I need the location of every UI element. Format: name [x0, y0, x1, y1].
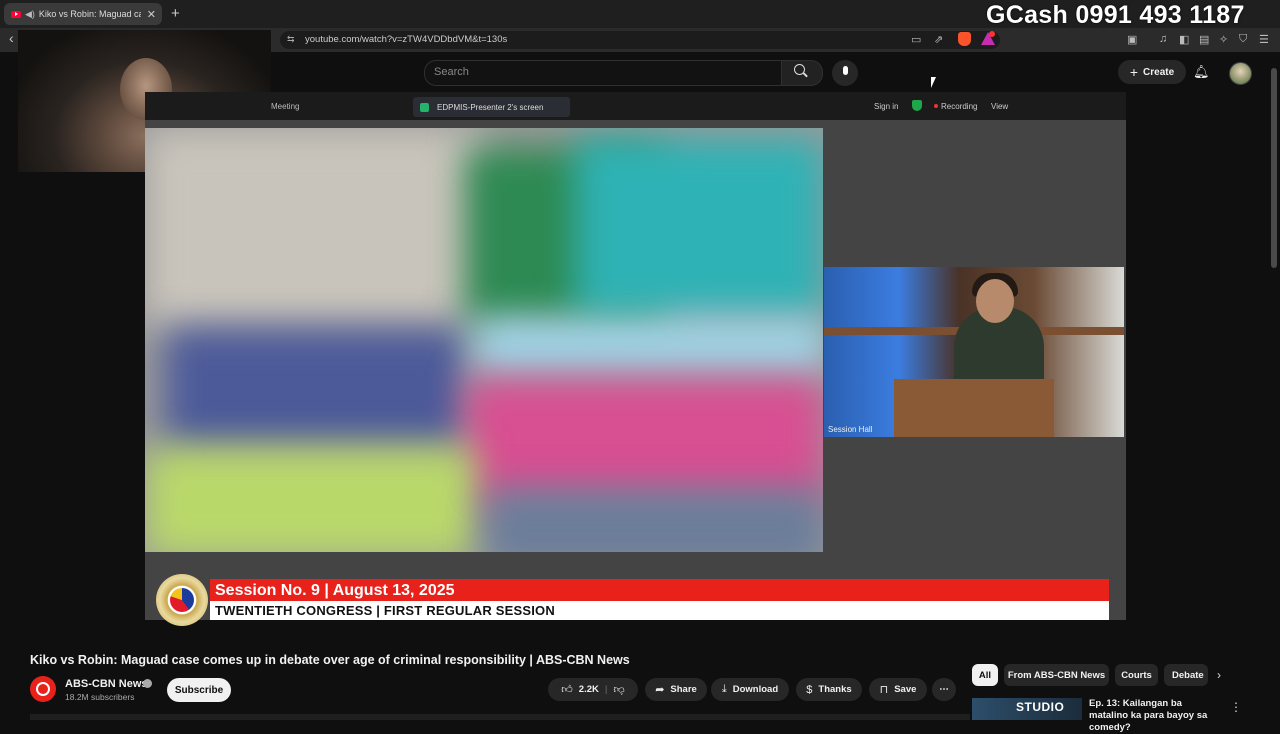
thumbs-down-icon[interactable]: 👎︎ — [614, 683, 625, 696]
more-icon: ⋯ — [939, 684, 949, 695]
search-placeholder: Search — [434, 66, 469, 78]
share-button[interactable]: ➦ Share — [645, 678, 707, 701]
new-tab-button[interactable]: + — [171, 5, 180, 22]
senator-head — [976, 279, 1014, 323]
thanks-icon: $ — [806, 683, 813, 696]
gcash-overlay-text: GCash 0991 493 1187 — [986, 1, 1245, 29]
view-label: View — [991, 102, 1009, 111]
recording-label: Recording — [941, 102, 978, 111]
subscriber-count: 18.2M subscribers — [65, 692, 135, 702]
vpn-shield-icon[interactable]: ⛉ — [1239, 33, 1247, 46]
share-icon: ➦ — [655, 684, 665, 696]
menu-icon[interactable]: ☰ — [1259, 33, 1269, 46]
user-avatar[interactable] — [1229, 62, 1252, 85]
chip-debate[interactable]: Debate — [1164, 664, 1208, 686]
meeting-label: Meeting — [271, 102, 300, 111]
security-shield-icon — [912, 100, 922, 111]
presenter-icon — [420, 102, 429, 112]
download-button[interactable]: ⤓ Download — [711, 678, 789, 701]
download-label: Download — [732, 684, 779, 695]
recommended-more-icon[interactable]: ⋮ — [1230, 700, 1242, 714]
sidebar-icon[interactable]: ◧ — [1179, 33, 1189, 46]
cast-icon[interactable]: ▭ — [911, 33, 921, 46]
chevron-right-icon[interactable]: › — [1217, 668, 1221, 682]
browser-tab[interactable]: ◀) Kiko vs Robin: Maguad case c ✕ — [4, 3, 162, 25]
session-hall-camera — [824, 267, 1124, 437]
presenter-label: EDPMIS-Presenter 2's screen — [437, 102, 544, 112]
share-label: Share — [670, 684, 697, 695]
more-actions-button[interactable]: ⋯ — [932, 678, 956, 701]
chip-courts[interactable]: Courts — [1115, 664, 1158, 686]
tab-title: Kiko vs Robin: Maguad case c — [38, 9, 141, 19]
chip-from-abs-cbn[interactable]: From ABS-CBN News — [1004, 664, 1109, 686]
video-title: Kiko vs Robin: Maguad case comes up in d… — [30, 653, 630, 667]
speaker-icon[interactable]: ◀) — [25, 9, 35, 20]
notifications-bell-icon[interactable]: 🔔︎ — [1193, 64, 1210, 80]
thanks-button[interactable]: $ Thanks — [796, 678, 862, 701]
mouse-cursor-icon — [931, 77, 939, 88]
senate-seal-emblem — [170, 588, 194, 612]
presenter-tab: EDPMIS-Presenter 2's screen — [413, 97, 570, 117]
recommended-title[interactable]: Ep. 13: Kailangan ba matalino ka para ba… — [1089, 698, 1219, 734]
description-box-edge — [30, 714, 970, 720]
recording-dot-icon — [934, 104, 938, 108]
leo-ai-icon[interactable]: ✧ — [1219, 33, 1228, 46]
youtube-favicon-icon — [11, 10, 21, 18]
chip-all[interactable]: All — [972, 664, 998, 686]
create-button[interactable]: + Create — [1118, 60, 1186, 84]
verified-badge-icon — [143, 679, 152, 688]
divider: | — [604, 684, 608, 695]
channel-avatar[interactable] — [30, 676, 56, 702]
brave-shields-icon[interactable] — [958, 32, 971, 46]
close-tab-icon[interactable]: ✕ — [147, 8, 156, 21]
lower-third-session: Session No. 9 | August 13, 2025 — [215, 582, 455, 599]
thanks-label: Thanks — [818, 684, 852, 695]
share-page-icon[interactable]: ⇗ — [934, 33, 943, 46]
microphone-icon — [843, 66, 848, 75]
channel-name[interactable]: ABS-CBN News — [65, 678, 148, 690]
rewards-badge — [989, 31, 995, 37]
create-label: Create — [1143, 66, 1175, 78]
podium — [894, 379, 1054, 437]
plus-icon: + — [1129, 64, 1139, 80]
lower-third-congress: TWENTIETH CONGRESS | FIRST REGULAR SESSI… — [215, 603, 555, 618]
screenshot-icon[interactable]: ▣ — [1127, 33, 1137, 46]
bookmark-icon: ⊓ — [879, 684, 889, 696]
blurred-content — [145, 128, 823, 552]
subscribe-button[interactable]: Subscribe — [167, 678, 231, 702]
download-icon: ⤓ — [721, 683, 727, 695]
save-button[interactable]: ⊓ Save — [869, 678, 927, 701]
page-scrollbar[interactable] — [1271, 68, 1277, 268]
thumbs-up-icon[interactable]: 👍︎ — [561, 683, 573, 696]
like-count[interactable]: 2.2K — [579, 684, 599, 695]
search-input[interactable] — [424, 60, 781, 86]
meeting-sign-in: Sign in — [874, 102, 899, 111]
like-dislike-group: 👍︎ 2.2K | 👎︎ — [548, 678, 638, 701]
thumbnail-text: STUDIO — [1016, 700, 1065, 714]
wallet-icon[interactable]: ▤ — [1199, 33, 1209, 46]
url-text[interactable]: youtube.com/watch?v=zTW4VDDbdVM&t=130s — [305, 34, 507, 45]
save-label: Save — [894, 684, 917, 695]
session-hall-label: Session Hall — [828, 425, 873, 434]
media-icon[interactable]: ♫ — [1159, 33, 1167, 45]
search-icon — [794, 64, 805, 75]
site-info-icon[interactable]: ⇆ — [287, 34, 295, 45]
back-icon[interactable]: ‹ — [9, 30, 14, 46]
